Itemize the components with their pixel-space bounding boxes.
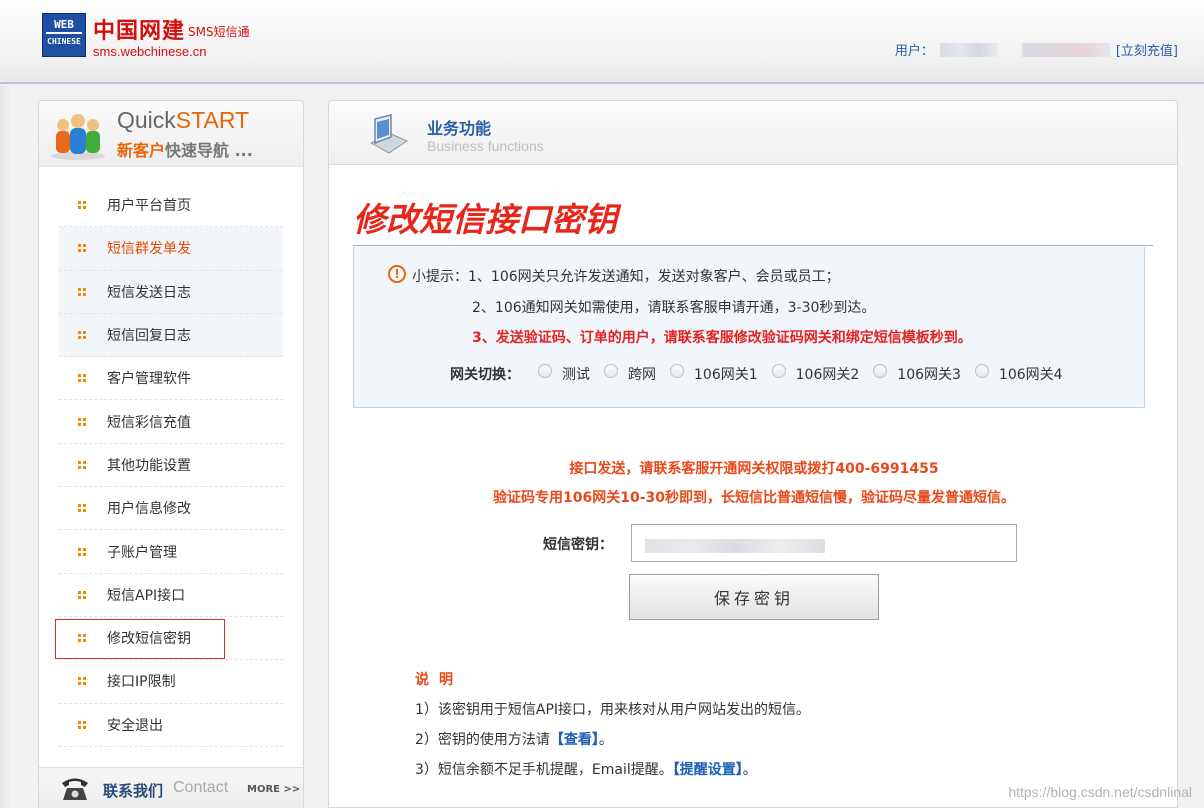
section-subtitle: Business functions — [427, 138, 544, 154]
view-usage-link[interactable]: 【查看】 — [550, 732, 599, 748]
tip-line-2: 2、106通知网关如需使用，请联系客服申请开通，3-30秒到达。 — [472, 300, 876, 316]
top-header: WEB CHINESE 中国网建 SMS短信通 sms.webchinese.c… — [0, 0, 1204, 84]
notice-line-2: 验证码专用106网关10-30秒即到，长短信比普通短信慢，验证码尽量发普通短信。 — [493, 490, 1015, 506]
sidebar-item-recharge[interactable]: 短信彩信充值 — [59, 400, 283, 444]
sidebar-item-sms-send[interactable]: 短信群发单发 — [59, 227, 283, 271]
user-name-redacted — [939, 42, 998, 57]
quickstart-subtitle: 新客户快速导航 ... — [117, 141, 253, 160]
tips-box: ! 小提示：1、106网关只允许发送通知，发送对象客户、会员或员工； 2、106… — [353, 247, 1145, 408]
sidebar-item-user-info[interactable]: 用户信息修改 — [59, 487, 283, 531]
tip-line-1: 小提示：1、106网关只允许发送通知，发送对象客户、会员或员工； — [412, 269, 840, 285]
main-panel: 业务功能 Business functions 修改短信接口密钥 ! 小提示：1… — [328, 100, 1178, 808]
sidebar-item-send-log[interactable]: 短信发送日志 — [59, 270, 283, 314]
people-group-icon — [51, 114, 105, 160]
logo-brand-text: 中国网建 — [93, 18, 186, 44]
sidebar-item-ip-limit[interactable]: 接口IP限制 — [59, 660, 283, 704]
grid-bullet-icon — [78, 201, 86, 210]
section-title: 业务功能 — [427, 119, 492, 138]
radio-button[interactable] — [604, 364, 618, 378]
description-line-3: 3）短信余额不足手机提醒，Email提醒。【提醒设置】。 — [415, 762, 757, 778]
contact-bar: 联系我们 Contact MORE >> — [39, 767, 303, 808]
grid-bullet-icon — [78, 331, 86, 340]
notice-line-1: 接口发送，请联系客服开通网关权限或拨打400-6991455 — [569, 461, 939, 477]
radio-button[interactable] — [974, 364, 989, 378]
sidebar-item-other-settings[interactable]: 其他功能设置 — [59, 444, 283, 488]
grid-bullet-icon — [78, 374, 86, 383]
reminder-settings-link[interactable]: 【提醒设置】 — [673, 762, 743, 778]
gateway-option-106-2[interactable]: 106网关2 — [771, 364, 859, 384]
grid-bullet-icon — [78, 720, 86, 729]
grid-bullet-icon — [78, 244, 86, 253]
key-value-redacted — [645, 539, 825, 553]
grid-bullet-icon — [78, 287, 86, 296]
gateway-option-106-3[interactable]: 106网关3 — [873, 364, 961, 384]
radio-button[interactable] — [538, 364, 552, 378]
grid-bullet-icon — [78, 677, 86, 686]
sidebar-item-logout[interactable]: 安全退出 — [59, 704, 283, 747]
site-logo[interactable]: WEB CHINESE 中国网建 SMS短信通 sms.webchinese.c… — [42, 13, 272, 59]
gateway-option-106-4[interactable]: 106网关4 — [974, 364, 1063, 384]
grid-bullet-icon — [78, 504, 86, 513]
recharge-link[interactable]: [立刻充值] — [1116, 40, 1178, 59]
user-info: 用户： [立刻充值] — [895, 40, 1178, 59]
sidebar: QuickSTART 新客户快速导航 ... 用户平台首页 短信群发单发 短信发… — [38, 100, 304, 808]
gateway-option-test[interactable]: 测试 — [538, 364, 590, 384]
logo-product-text: SMS短信通 — [188, 25, 250, 39]
sidebar-item-home[interactable]: 用户平台首页 — [59, 184, 283, 228]
grid-bullet-icon — [78, 460, 86, 469]
contact-title[interactable]: 联系我们 — [103, 780, 163, 801]
grid-bullet-icon — [78, 634, 86, 643]
user-balance-redacted — [1021, 42, 1110, 57]
sidebar-item-sub-accounts[interactable]: 子账户管理 — [59, 530, 283, 574]
description-title: 说明 — [415, 672, 463, 688]
radio-button[interactable] — [873, 364, 888, 378]
save-key-button[interactable]: 保存密钥 — [629, 574, 879, 620]
key-field-label: 短信密钥： — [543, 537, 613, 553]
description-line-2: 2）密钥的使用方法请【查看】。 — [415, 732, 613, 748]
sidebar-item-api[interactable]: 短信API接口 — [59, 574, 283, 617]
description-line-1: 1）该密钥用于短信API接口，用来核对从用户网站发出的短信。 — [415, 702, 811, 718]
telephone-icon — [62, 778, 88, 800]
contact-title-en: Contact — [173, 779, 229, 796]
logo-url-text: sms.webchinese.cn — [93, 44, 207, 59]
quickstart-header: QuickSTART 新客户快速导航 ... — [39, 101, 303, 167]
watermark-text: https://blog.csdn.net/csdnlinal — [1008, 784, 1192, 800]
grid-bullet-icon — [78, 547, 86, 556]
page-left-edge — [0, 86, 14, 808]
title-divider — [353, 245, 1153, 246]
gateway-option-106-1[interactable]: 106网关1 — [670, 364, 758, 384]
gateway-option-cross[interactable]: 跨网 — [604, 364, 656, 384]
sidebar-item-change-key[interactable]: 修改短信密钥 — [55, 617, 283, 661]
gateway-switch: 网关切换： 测试 跨网 106网关1 106网关2 106网关3 106网关4 — [450, 364, 1077, 384]
sidebar-item-reply-log[interactable]: 短信回复日志 — [59, 313, 283, 358]
laptop-icon — [369, 114, 409, 154]
grid-bullet-icon — [78, 417, 86, 426]
radio-button[interactable] — [771, 364, 786, 378]
radio-button[interactable] — [670, 364, 684, 378]
main-header: 业务功能 Business functions — [329, 101, 1177, 165]
sidebar-menu: 用户平台首页 短信群发单发 短信发送日志 短信回复日志 客户管理软件 短信彩信充… — [55, 184, 283, 747]
page-title: 修改短信接口密钥 — [353, 200, 617, 239]
grid-bullet-icon — [78, 590, 86, 599]
user-label: 用户： — [894, 44, 934, 59]
tip-line-3: 3、发送验证码、订单的用户，请联系客服修改验证码网关和绑定短信模板秒到。 — [472, 330, 972, 346]
sidebar-item-crm[interactable]: 客户管理软件 — [59, 357, 283, 401]
gateway-label: 网关切换： — [450, 367, 520, 383]
contact-more-link[interactable]: MORE >> — [247, 784, 300, 795]
quickstart-title: QuickSTART — [117, 107, 250, 133]
warning-icon: ! — [388, 265, 406, 283]
logo-badge: WEB CHINESE — [42, 13, 86, 57]
